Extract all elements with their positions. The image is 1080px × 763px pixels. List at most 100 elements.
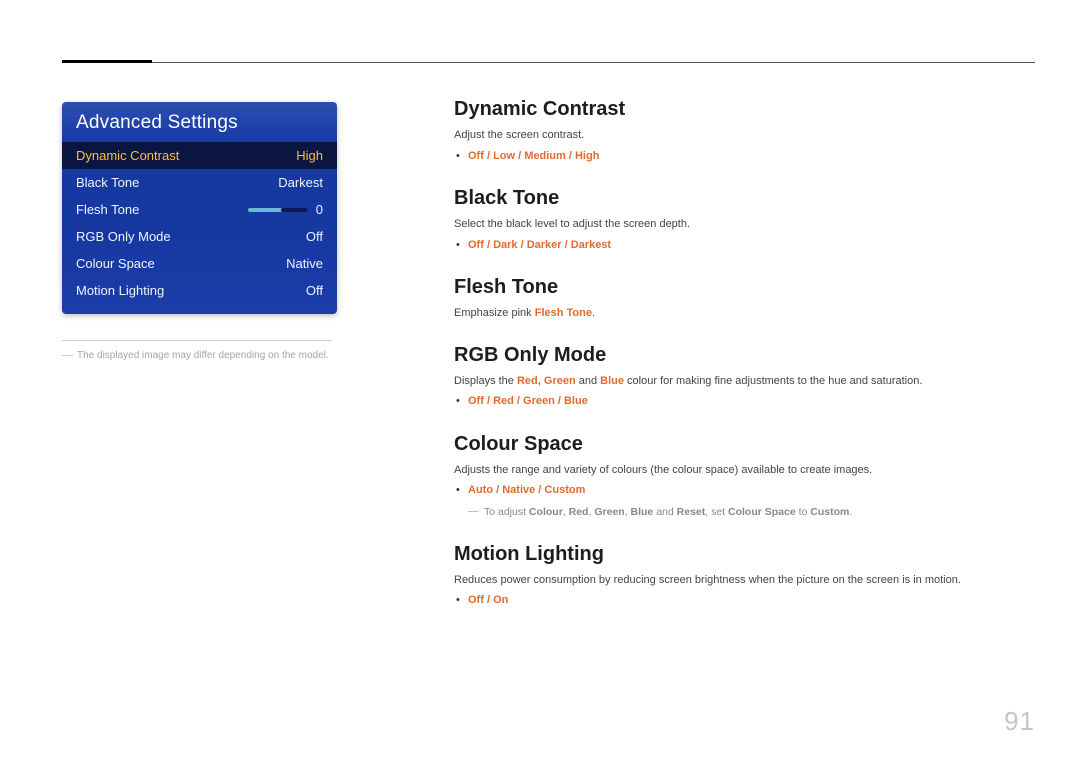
- note-text: , set: [705, 506, 728, 518]
- row-value: Native: [286, 256, 323, 271]
- option-sep: /: [484, 395, 493, 407]
- panel-row-flesh-tone[interactable]: Flesh Tone 0: [62, 196, 337, 223]
- option: On: [493, 594, 508, 606]
- section-dynamic-contrast: Dynamic Contrast Adjust the screen contr…: [454, 98, 1024, 165]
- panel-row-motion-lighting[interactable]: Motion Lighting Off: [62, 277, 337, 304]
- panel-row-dynamic-contrast[interactable]: Dynamic Contrast High: [62, 142, 337, 169]
- row-label: Flesh Tone: [76, 202, 139, 217]
- option: Blue: [564, 395, 588, 407]
- desc-blue: Blue: [600, 375, 624, 387]
- section-flesh-tone: Flesh Tone Emphasize pink Flesh Tone.: [454, 276, 1024, 322]
- row-value: Off: [306, 229, 323, 244]
- section-heading: Dynamic Contrast: [454, 98, 1024, 121]
- options-line: Off / On: [454, 592, 1024, 610]
- section-colour-space: Colour Space Adjusts the range and varie…: [454, 433, 1024, 521]
- footnote-text: The displayed image may differ depending…: [77, 350, 329, 361]
- settings-panel: Advanced Settings Dynamic Contrast High …: [62, 102, 337, 314]
- row-label: Dynamic Contrast: [76, 148, 179, 163]
- option: Dark: [493, 239, 517, 251]
- slider-fill: [281, 208, 308, 212]
- note-kw: Green: [594, 506, 624, 518]
- note-text: and: [653, 506, 676, 518]
- option: Medium: [524, 150, 566, 162]
- option-sep: /: [484, 239, 493, 251]
- row-value: 0: [316, 202, 323, 217]
- option-sep: /: [566, 150, 575, 162]
- right-column: Dynamic Contrast Adjust the screen contr…: [454, 98, 1024, 632]
- left-column: Advanced Settings Dynamic Contrast High …: [62, 102, 337, 364]
- option-sep: /: [515, 150, 524, 162]
- option: Off: [468, 239, 484, 251]
- option-sep: /: [555, 395, 564, 407]
- panel-row-colour-space[interactable]: Colour Space Native: [62, 250, 337, 277]
- note-kw: Red: [569, 506, 589, 518]
- row-value: Darkest: [278, 175, 323, 190]
- note-text: to: [796, 506, 811, 518]
- top-rule: [62, 62, 1035, 63]
- desc-text: and: [576, 375, 600, 387]
- section-black-tone: Black Tone Select the black level to adj…: [454, 187, 1024, 254]
- option: Off: [468, 594, 484, 606]
- option: Off: [468, 395, 484, 407]
- section-heading: Motion Lighting: [454, 543, 1024, 566]
- option-sep: /: [493, 484, 502, 496]
- desc-text: colour for making fine adjustments to th…: [624, 375, 922, 387]
- left-footnote: ― The displayed image may differ dependin…: [62, 347, 337, 364]
- desc-text: .: [592, 307, 595, 319]
- options-line: Off / Red / Green / Blue: [454, 393, 1024, 411]
- note-text: .: [849, 506, 852, 518]
- panel-title: Advanced Settings: [62, 102, 337, 142]
- section-heading: Colour Space: [454, 433, 1024, 456]
- row-label: RGB Only Mode: [76, 229, 171, 244]
- row-label: Black Tone: [76, 175, 139, 190]
- row-label: Motion Lighting: [76, 283, 164, 298]
- desc-bold: Flesh Tone: [535, 307, 592, 319]
- manual-page: Advanced Settings Dynamic Contrast High …: [0, 0, 1080, 763]
- section-desc: Reduces power consumption by reducing sc…: [454, 572, 1024, 589]
- section-desc: Adjust the screen contrast.: [454, 127, 1024, 144]
- top-rule-thick: [62, 60, 152, 63]
- left-divider: [62, 340, 332, 341]
- row-slider-group: 0: [248, 202, 323, 217]
- panel-row-rgb-only-mode[interactable]: RGB Only Mode Off: [62, 223, 337, 250]
- section-subnote: ― To adjust Colour, Red, Green, Blue and…: [454, 504, 1024, 521]
- panel-padding: [62, 304, 337, 314]
- option-sep: /: [484, 594, 493, 606]
- section-rgb-only-mode: RGB Only Mode Displays the Red, Green an…: [454, 344, 1024, 411]
- slider-track[interactable]: [248, 208, 308, 212]
- note-text: To adjust: [484, 506, 529, 518]
- option: Native: [502, 484, 535, 496]
- option: Red: [493, 395, 514, 407]
- options-line: Auto / Native / Custom: [454, 482, 1024, 500]
- desc-green: Green: [544, 375, 576, 387]
- section-heading: RGB Only Mode: [454, 344, 1024, 367]
- option: Off: [468, 150, 484, 162]
- section-heading: Black Tone: [454, 187, 1024, 210]
- section-motion-lighting: Motion Lighting Reduces power consumptio…: [454, 543, 1024, 610]
- option: High: [575, 150, 599, 162]
- option-sep: /: [514, 395, 523, 407]
- row-value: Off: [306, 283, 323, 298]
- note-kw: Reset: [677, 506, 706, 518]
- section-desc: Displays the Red, Green and Blue colour …: [454, 373, 1024, 390]
- section-desc: Select the black level to adjust the scr…: [454, 216, 1024, 233]
- desc-text: Emphasize pink: [454, 307, 535, 319]
- section-desc: Adjusts the range and variety of colours…: [454, 462, 1024, 479]
- option: Green: [523, 395, 555, 407]
- option: Custom: [544, 484, 585, 496]
- option: Low: [493, 150, 515, 162]
- option-sep: /: [484, 150, 493, 162]
- option: Darkest: [571, 239, 611, 251]
- subnote-dash-icon: ―: [468, 504, 479, 521]
- section-heading: Flesh Tone: [454, 276, 1024, 299]
- footnote-dash-icon: ―: [62, 349, 73, 361]
- options-line: Off / Low / Medium / High: [454, 148, 1024, 166]
- option-sep: /: [518, 239, 527, 251]
- row-value: High: [296, 148, 323, 163]
- note-kw: Custom: [810, 506, 849, 518]
- panel-row-black-tone[interactable]: Black Tone Darkest: [62, 169, 337, 196]
- option: Darker: [527, 239, 562, 251]
- option: Auto: [468, 484, 493, 496]
- desc-red: Red: [517, 375, 538, 387]
- row-label: Colour Space: [76, 256, 155, 271]
